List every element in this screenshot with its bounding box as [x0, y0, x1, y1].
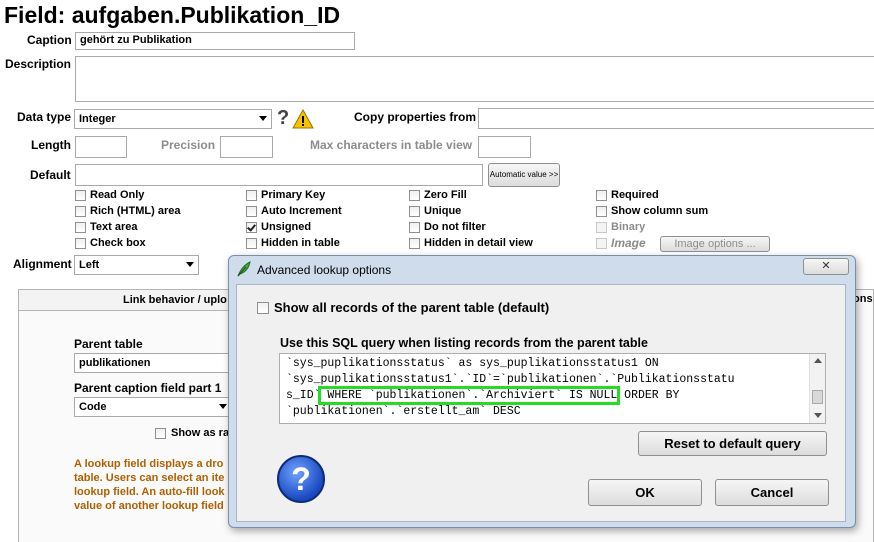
question-mark-icon[interactable]: ? [277, 107, 289, 130]
unique-checkbox[interactable] [409, 206, 420, 217]
caption-field-part1-value: Code [79, 401, 107, 413]
caption-field-part1-select[interactable]: Code [74, 397, 234, 417]
show-all-records-label: Show all records of the parent table (de… [274, 300, 550, 315]
check-box-label: Check box [90, 237, 146, 249]
length-input[interactable] [75, 136, 127, 158]
unsigned-label: Unsigned [261, 221, 312, 233]
check-box-checkbox[interactable] [75, 238, 86, 249]
sql-heading: Use this SQL query when listing records … [280, 336, 648, 350]
feather-icon [237, 261, 251, 277]
tab-link-behavior[interactable]: Link behavior / uplo [18, 289, 238, 311]
sql-query-textarea[interactable]: `sys_puplikationsstatus` as sys_puplikat… [279, 353, 826, 424]
do-not-filter-label: Do not filter [424, 221, 486, 233]
show-column-sum-label: Show column sum [611, 205, 709, 217]
sql-line-2: `sys_puplikationsstatus1`.`ID`=`publikat… [286, 373, 735, 386]
automatic-value-button[interactable]: Automatic value >> [488, 163, 560, 187]
caption-input[interactable]: gehört zu Publikation [75, 32, 355, 50]
caption-field-part1-label: Parent caption field part 1 [74, 381, 222, 395]
description-label: Description [5, 57, 72, 71]
image-label: Image [611, 236, 646, 250]
hidden-in-detail-checkbox[interactable] [409, 238, 420, 249]
scroll-up-icon[interactable] [814, 358, 822, 363]
alignment-label: Alignment [13, 257, 72, 271]
reset-default-query-button[interactable]: Reset to default query [638, 431, 827, 456]
unsigned-checkbox[interactable] [246, 222, 257, 233]
text-area-label: Text area [90, 221, 138, 233]
parent-table-value: publikationen [79, 357, 151, 369]
image-checkbox[interactable] [596, 238, 607, 249]
parent-table-select[interactable]: publikationen [74, 353, 234, 373]
zero-fill-checkbox[interactable] [409, 190, 420, 201]
hidden-in-table-checkbox[interactable] [246, 238, 257, 249]
caption-label: Caption [27, 33, 72, 47]
required-checkbox[interactable] [596, 190, 607, 201]
cancel-button[interactable]: Cancel [715, 479, 829, 506]
do-not-filter-checkbox[interactable] [409, 222, 420, 233]
show-as-radio-checkbox[interactable] [155, 428, 166, 439]
copy-properties-select[interactable] [478, 108, 874, 129]
chevron-down-icon [259, 116, 267, 121]
zero-fill-label: Zero Fill [424, 189, 467, 201]
sql-line-3: s_ID` [286, 389, 321, 402]
binary-checkbox[interactable] [596, 222, 607, 233]
max-chars-label: Max characters in table view [310, 138, 473, 152]
required-label: Required [611, 189, 659, 201]
primary-key-label: Primary Key [261, 189, 326, 201]
scroll-down-icon[interactable] [814, 413, 822, 418]
description-textarea[interactable] [75, 56, 874, 102]
lookup-info-line-2: table. Users can select an ite [74, 472, 225, 484]
read-only-label: Read Only [90, 189, 145, 201]
warning-icon[interactable] [292, 109, 314, 129]
precision-input[interactable] [220, 136, 273, 158]
binary-label: Binary [611, 221, 646, 233]
sql-scrollbar[interactable] [809, 354, 825, 423]
text-area-checkbox[interactable] [75, 222, 86, 233]
sql-line-5: ORDER BY [617, 389, 680, 402]
lookup-info-line-4: value of another lookup field [74, 500, 224, 512]
page-title: Field: aufgaben.Publikation_ID [4, 2, 341, 28]
auto-increment-label: Auto Increment [261, 205, 342, 217]
read-only-checkbox[interactable] [75, 190, 86, 201]
parent-table-label: Parent table [74, 337, 143, 351]
rich-html-checkbox[interactable] [75, 206, 86, 217]
sql-where-highlight: WHERE `publikationen`.`Archiviert` IS NU… [317, 386, 621, 405]
auto-increment-checkbox[interactable] [246, 206, 257, 217]
copy-properties-label: Copy properties from [354, 110, 477, 124]
lookup-info-line-3: lookup field. An auto-fill look [74, 486, 225, 498]
primary-key-checkbox[interactable] [246, 190, 257, 201]
chevron-down-icon [219, 404, 227, 409]
sql-line-6: `publikationen`.`erstellt_am` DESC [286, 405, 521, 418]
image-options-button[interactable]: Image options ... [660, 236, 770, 252]
show-all-records-checkbox[interactable] [257, 302, 269, 314]
hidden-in-table-label: Hidden in table [261, 237, 340, 249]
data-type-label: Data type [17, 110, 72, 124]
dialog-title: Advanced lookup options [257, 263, 392, 277]
help-icon[interactable]: ? [277, 455, 325, 503]
sql-line-1: `sys_puplikationsstatus` as sys_puplikat… [286, 357, 659, 370]
alignment-select[interactable]: Left [74, 255, 199, 275]
unique-label: Unique [424, 205, 462, 217]
lookup-info-line-1: A lookup field displays a dro [74, 458, 224, 470]
default-label: Default [30, 168, 71, 182]
hidden-in-detail-label: Hidden in detail view [424, 237, 533, 249]
data-type-select[interactable]: Integer [74, 109, 272, 129]
scroll-thumb[interactable] [812, 390, 823, 404]
show-column-sum-checkbox[interactable] [596, 206, 607, 217]
show-as-radio-label: Show as ra [171, 427, 230, 439]
ok-button[interactable]: OK [588, 479, 702, 506]
rich-html-label: Rich (HTML) area [90, 205, 181, 217]
max-chars-input[interactable] [478, 136, 531, 158]
alignment-value: Left [79, 259, 100, 271]
precision-label: Precision [161, 138, 216, 152]
data-type-value: Integer [79, 113, 116, 125]
length-label: Length [31, 138, 71, 152]
chevron-down-icon [186, 262, 194, 267]
default-input[interactable] [75, 164, 483, 186]
tab-link-behavior-label: Link behavior / uplo [123, 294, 227, 306]
close-icon[interactable]: ✕ [803, 258, 849, 275]
